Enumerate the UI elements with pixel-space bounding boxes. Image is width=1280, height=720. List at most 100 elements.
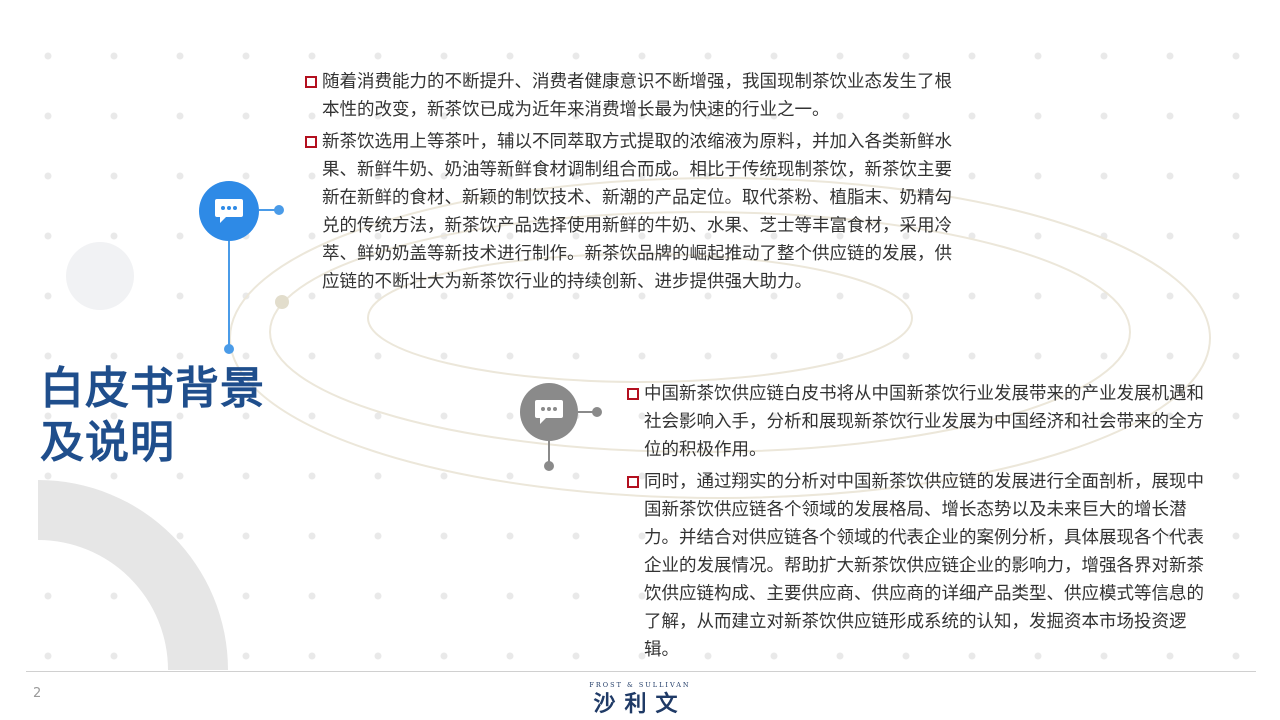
decor-dot — [176, 172, 184, 180]
decor-dot — [770, 352, 778, 360]
decor-dot — [440, 592, 448, 600]
decor-dot — [242, 532, 250, 540]
decor-dot — [506, 412, 514, 420]
decor-dot — [176, 292, 184, 300]
slide-title: 白皮书背景 及说明 — [40, 362, 265, 470]
decor-dot — [440, 532, 448, 540]
decor-dot — [44, 112, 52, 120]
chat-bubble-icon — [520, 383, 578, 441]
decor-dot — [44, 292, 52, 300]
decor-dot — [836, 352, 844, 360]
decor-dot — [44, 172, 52, 180]
decor-dot — [44, 592, 52, 600]
decor-dot — [110, 112, 118, 120]
decor-dot — [242, 52, 250, 60]
decor-dot — [1166, 172, 1174, 180]
decor-dot — [572, 652, 580, 660]
decor-dot — [440, 52, 448, 60]
decor-dot — [1232, 532, 1240, 540]
decor-dot — [1166, 112, 1174, 120]
frost-sullivan-logo: FROST & SULLIVAN 沙利文 — [589, 681, 688, 716]
decor-dot — [1232, 652, 1240, 660]
decor-dot — [242, 592, 250, 600]
decor-dot — [572, 52, 580, 60]
decor-dot — [1166, 292, 1174, 300]
decor-dot — [1100, 352, 1108, 360]
decor-dot — [968, 172, 976, 180]
paragraph-text: 随着消费能力的不断提升、消费者健康意识不断增强，我国现制茶饮业态发生了根本性的改… — [322, 72, 952, 120]
decor-dot — [572, 592, 580, 600]
decor-dot — [506, 592, 514, 600]
decor-dot — [572, 472, 580, 480]
decor-dot — [638, 352, 646, 360]
decor-dot — [374, 472, 382, 480]
decor-dot — [308, 352, 316, 360]
bullet-paragraph: 同时，通过翔实的分析对中国新茶饮供应链的发展进行全面剖析，展现中国新茶饮供应链各… — [626, 468, 1214, 664]
decor-dot — [176, 532, 184, 540]
slide-title-line-2: 及说明 — [40, 417, 175, 468]
bullet-paragraph: 中国新茶饮供应链白皮书将从中国新茶饮行业发展带来的产业发展机遇和社会影响入手，分… — [626, 380, 1214, 464]
decor-dot — [110, 352, 118, 360]
slide: 白皮书背景 及说明 随着消费能力的不断提升、消费者健康意识不断增强，我国现制茶饮… — [0, 0, 1280, 720]
description-text-block: 中国新茶饮供应链白皮书将从中国新茶饮行业发展带来的产业发展机遇和社会影响入手，分… — [626, 380, 1214, 668]
decor-dot — [308, 592, 316, 600]
decor-dot — [242, 352, 250, 360]
decor-dot — [374, 652, 382, 660]
decor-dot — [110, 232, 118, 240]
decor-dot — [704, 52, 712, 60]
decor-dot — [374, 412, 382, 420]
decor-dot — [638, 52, 646, 60]
decor-dot — [572, 532, 580, 540]
decor-dot — [1100, 52, 1108, 60]
decor-dot — [506, 52, 514, 60]
decor-dot — [308, 52, 316, 60]
decor-dot — [440, 472, 448, 480]
decor-dot — [308, 652, 316, 660]
decor-dot — [242, 172, 250, 180]
decor-dot — [242, 652, 250, 660]
decor-dot — [110, 652, 118, 660]
paragraph-text: 新茶饮选用上等茶叶，辅以不同萃取方式提取的浓缩液为原料，并加入各类新鲜水果、新鲜… — [322, 132, 952, 292]
decor-dot — [308, 472, 316, 480]
decor-dot — [44, 52, 52, 60]
decor-dot — [1232, 112, 1240, 120]
square-bullet-icon — [305, 76, 317, 88]
decor-dot — [374, 592, 382, 600]
decor-dot — [110, 472, 118, 480]
decor-dot — [242, 112, 250, 120]
decor-dot — [308, 412, 316, 420]
decor-dot — [1034, 232, 1042, 240]
decor-dot — [1166, 232, 1174, 240]
decor-dot — [1232, 292, 1240, 300]
decor-dot — [1034, 352, 1042, 360]
decor-dot — [902, 352, 910, 360]
decor-dot — [506, 532, 514, 540]
square-bullet-icon — [627, 476, 639, 488]
decor-dot — [44, 232, 52, 240]
decor-dot — [440, 412, 448, 420]
decor-dot — [704, 352, 712, 360]
svg-text:沙利文: 沙利文 — [593, 691, 686, 716]
decor-dot — [1232, 172, 1240, 180]
decor-dot — [1100, 112, 1108, 120]
decor-dot — [968, 292, 976, 300]
decor-dot — [242, 472, 250, 480]
page-number: 2 — [33, 686, 42, 701]
decor-dot — [440, 352, 448, 360]
decor-dot — [1166, 352, 1174, 360]
decor-dot — [1034, 52, 1042, 60]
decor-dot — [836, 52, 844, 60]
decor-dot — [1232, 472, 1240, 480]
decor-dot — [110, 52, 118, 60]
bullet-paragraph: 新茶饮选用上等茶叶，辅以不同萃取方式提取的浓缩液为原料，并加入各类新鲜水果、新鲜… — [304, 128, 964, 296]
decor-dot — [44, 352, 52, 360]
decor-dot — [968, 112, 976, 120]
decor-dot — [176, 472, 184, 480]
decor-dot — [308, 532, 316, 540]
decor-dot — [1232, 232, 1240, 240]
decor-dot — [176, 232, 184, 240]
grey-quarter-arc — [38, 480, 228, 670]
decor-dot — [1232, 352, 1240, 360]
decor-dot — [110, 592, 118, 600]
decor-dot — [176, 52, 184, 60]
